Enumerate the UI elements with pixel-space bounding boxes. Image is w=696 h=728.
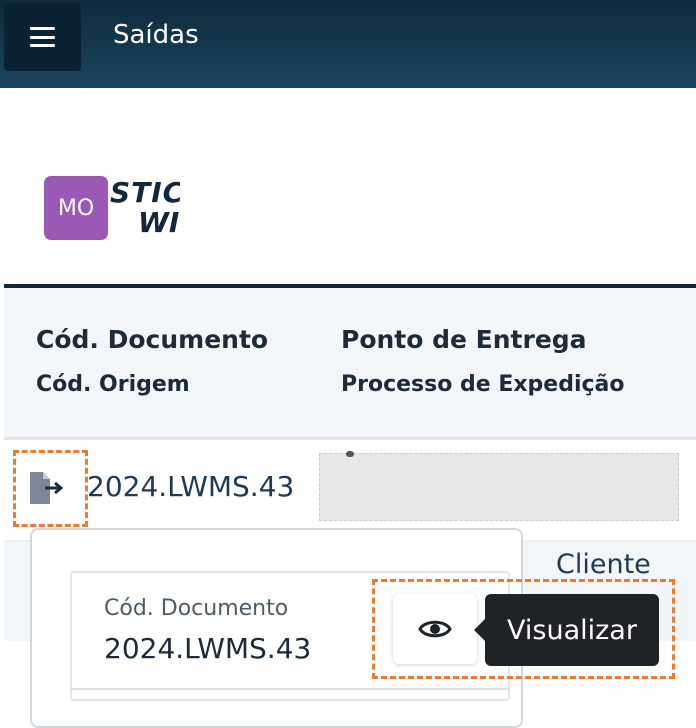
table-header (4, 288, 696, 438)
doc-code-label: Cód. Documento (104, 596, 289, 621)
column-subheader-shipping-process: Processo de Expedição (341, 372, 625, 397)
file-export-icon[interactable] (29, 472, 65, 504)
view-button[interactable] (393, 594, 477, 664)
logo-text-line2: WI (138, 206, 180, 239)
column-subheader-origin-code: Cód. Origem (36, 372, 190, 397)
client-cell: Cliente (556, 549, 651, 580)
redacted-cell (319, 453, 679, 521)
eye-icon (418, 620, 452, 638)
redacted-mark (346, 451, 354, 457)
logo-text-line1: STIC (110, 176, 180, 209)
doc-code-value: 2024.LWMS.43 (104, 632, 312, 665)
avatar[interactable]: MO (44, 176, 108, 240)
menu-button[interactable] (4, 3, 81, 71)
column-header-doc-code[interactable]: Cód. Documento (36, 325, 268, 354)
company-logo: STIC WI (108, 176, 180, 240)
top-app-bar: Saídas (0, 0, 696, 88)
card-divider (70, 688, 510, 690)
hamburger-menu-icon (30, 27, 55, 47)
column-header-delivery-point[interactable]: Ponto de Entrega (341, 325, 587, 354)
view-tooltip: Visualizar (485, 594, 659, 666)
doc-code-cell[interactable]: 2024.LWMS.43 (87, 470, 294, 503)
page-title: Saídas (113, 20, 199, 50)
tooltip-arrow (474, 619, 485, 641)
